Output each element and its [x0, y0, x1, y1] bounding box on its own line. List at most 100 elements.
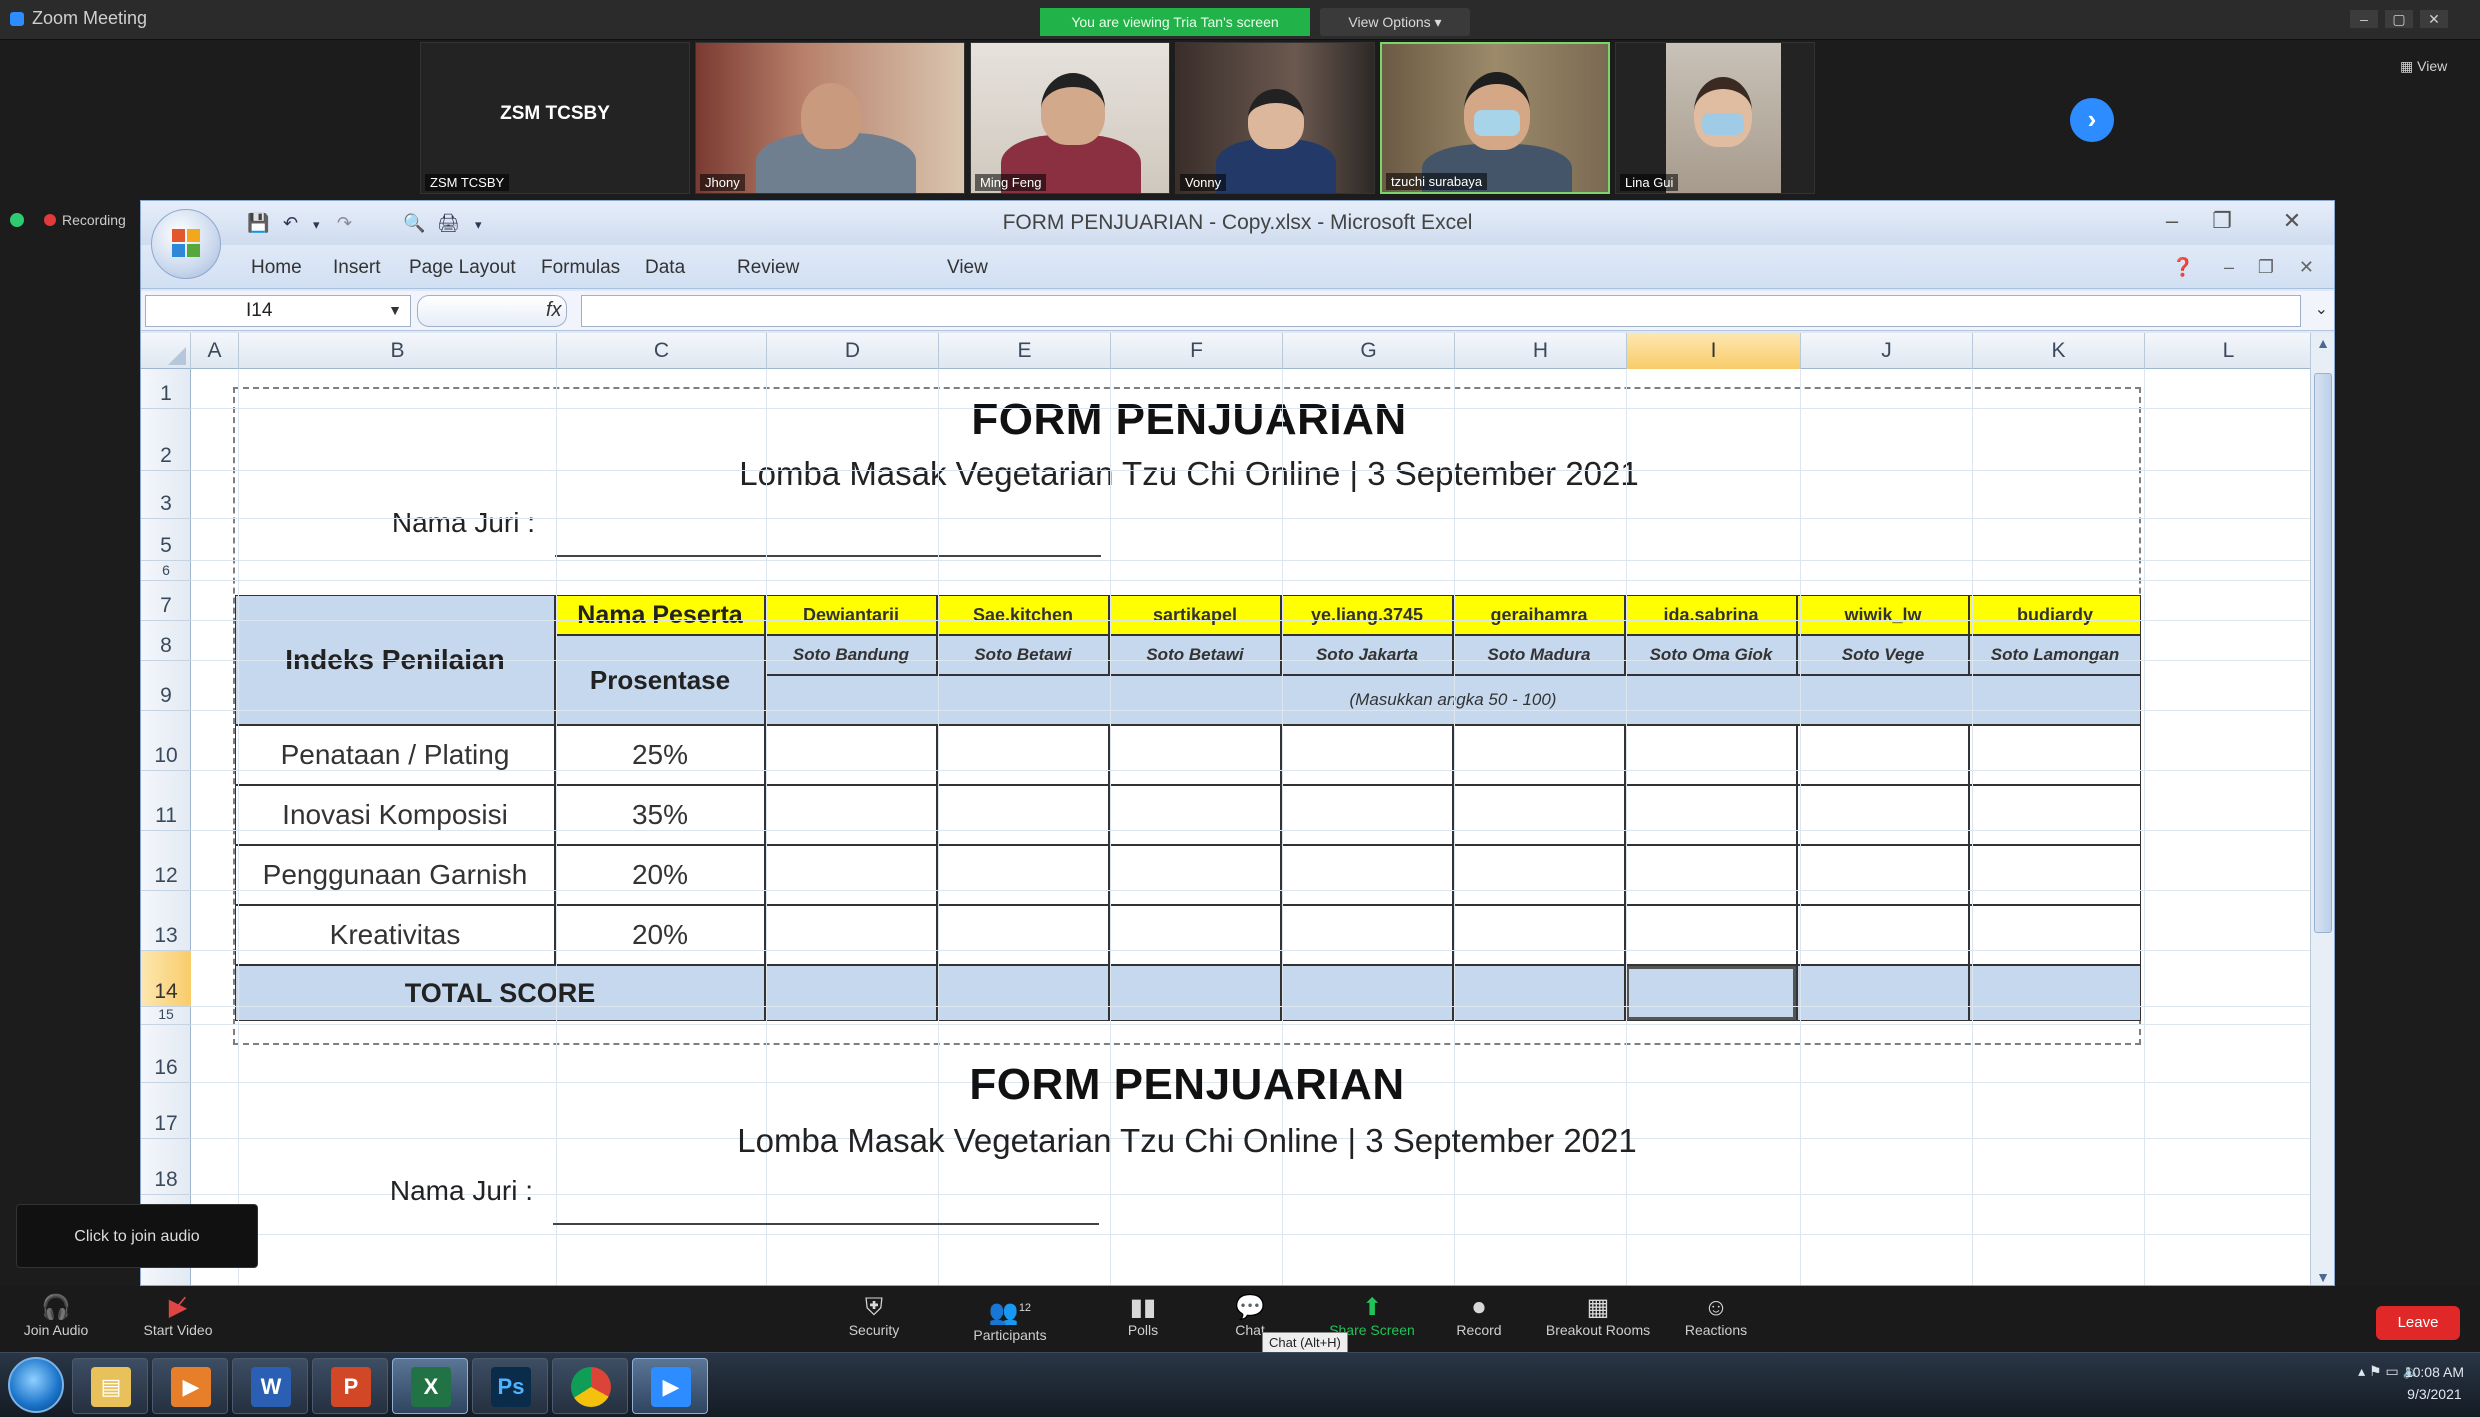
- column-header[interactable]: D: [767, 333, 939, 369]
- score-cell[interactable]: [1797, 845, 1969, 905]
- tab-page-layout[interactable]: Page Layout: [409, 257, 516, 279]
- total-score-cell[interactable]: [1625, 965, 1797, 1021]
- participant-tile[interactable]: Ming Feng: [970, 42, 1170, 194]
- leave-button[interactable]: Leave: [2376, 1306, 2460, 1340]
- view-options-button[interactable]: View Options ▾: [1320, 8, 1470, 36]
- tab-insert[interactable]: Insert: [333, 257, 381, 279]
- score-cell[interactable]: [1625, 785, 1797, 845]
- total-score-cell[interactable]: [1281, 965, 1453, 1021]
- score-cell[interactable]: [1109, 905, 1281, 965]
- save-icon[interactable]: 💾: [247, 213, 269, 234]
- minimize-icon[interactable]: –: [2224, 257, 2234, 278]
- tab-home[interactable]: Home: [251, 257, 302, 279]
- chrome-taskbar-button[interactable]: [552, 1358, 628, 1414]
- redo-icon[interactable]: ↷: [337, 213, 352, 234]
- next-page-arrow-icon[interactable]: ›: [2070, 98, 2114, 142]
- row-header[interactable]: 15: [141, 1006, 191, 1025]
- security-button[interactable]: ⛨ Security: [832, 1294, 916, 1338]
- score-cell[interactable]: [1797, 905, 1969, 965]
- row-header[interactable]: 2: [141, 409, 191, 471]
- chevron-down-icon[interactable]: ▼: [388, 302, 402, 318]
- restore-icon[interactable]: ❐: [2258, 257, 2274, 278]
- tab-review[interactable]: Review: [737, 257, 799, 279]
- photoshop-taskbar-button[interactable]: Ps: [472, 1358, 548, 1414]
- column-header[interactable]: B: [239, 333, 557, 369]
- score-cell[interactable]: [1625, 725, 1797, 785]
- zoom-taskbar-button[interactable]: ▶: [632, 1358, 708, 1414]
- select-all-button[interactable]: [141, 333, 191, 369]
- media-player-taskbar-button[interactable]: ▶: [152, 1358, 228, 1414]
- row-header[interactable]: 13: [141, 891, 191, 951]
- score-cell[interactable]: [1625, 845, 1797, 905]
- total-score-cell[interactable]: [1109, 965, 1281, 1021]
- score-cell[interactable]: [1969, 725, 2141, 785]
- undo-dropdown-icon[interactable]: ▾: [313, 217, 320, 233]
- row-header[interactable]: 7: [141, 581, 191, 621]
- chevron-up-icon[interactable]: ▴: [2358, 1363, 2365, 1379]
- breakout-rooms-button[interactable]: ▦ Breakout Rooms: [1538, 1294, 1658, 1338]
- flag-icon[interactable]: ⚑: [2369, 1363, 2382, 1379]
- score-cell[interactable]: [765, 845, 937, 905]
- minimize-icon[interactable]: –: [2150, 207, 2194, 235]
- score-cell[interactable]: [1453, 725, 1625, 785]
- scroll-down-icon[interactable]: ▼: [2311, 1269, 2334, 1285]
- score-cell[interactable]: [765, 725, 937, 785]
- quick-print-icon[interactable]: 🖨: [437, 213, 460, 234]
- score-cell[interactable]: [1625, 905, 1797, 965]
- participant-tile[interactable]: Jhony: [695, 42, 965, 194]
- total-score-cell[interactable]: [937, 965, 1109, 1021]
- vertical-scrollbar[interactable]: ▲ ▼: [2310, 333, 2334, 1285]
- score-cell[interactable]: [765, 905, 937, 965]
- row-header[interactable]: 3: [141, 471, 191, 519]
- customize-toolbar-icon[interactable]: ▾: [475, 217, 482, 233]
- score-cell[interactable]: [937, 725, 1109, 785]
- help-icon[interactable]: ❓: [2172, 257, 2194, 278]
- tab-data[interactable]: Data: [645, 257, 685, 279]
- system-clock[interactable]: 10:08 AM 9/3/2021: [2405, 1361, 2464, 1405]
- row-header[interactable]: 17: [141, 1083, 191, 1139]
- column-header[interactable]: H: [1455, 333, 1627, 369]
- column-header[interactable]: L: [2145, 333, 2311, 369]
- score-cell[interactable]: [1969, 905, 2141, 965]
- formula-input[interactable]: [581, 295, 2301, 327]
- start-video-button[interactable]: ▶̸ Start Video: [130, 1294, 226, 1338]
- row-header[interactable]: 11: [141, 771, 191, 831]
- close-icon[interactable]: ✕: [2299, 257, 2314, 278]
- reactions-button[interactable]: ☺ Reactions: [1676, 1294, 1756, 1338]
- score-cell[interactable]: [937, 905, 1109, 965]
- column-header[interactable]: E: [939, 333, 1111, 369]
- score-cell[interactable]: [1109, 785, 1281, 845]
- word-taskbar-button[interactable]: W: [232, 1358, 308, 1414]
- score-cell[interactable]: [1281, 725, 1453, 785]
- judge-name-field[interactable]: [555, 555, 1101, 557]
- view-button[interactable]: ▦ View: [2400, 58, 2447, 75]
- participants-button[interactable]: 👥12 Participants: [960, 1294, 1060, 1343]
- maximize-icon[interactable]: ▢: [2385, 10, 2413, 28]
- restore-icon[interactable]: ❐: [2200, 207, 2244, 235]
- row-header[interactable]: 10: [141, 711, 191, 771]
- score-cell[interactable]: [765, 785, 937, 845]
- row-header[interactable]: 1: [141, 369, 191, 409]
- polls-button[interactable]: ▮▮ Polls: [1108, 1294, 1178, 1338]
- network-icon[interactable]: ▭: [2385, 1363, 2398, 1379]
- row-header[interactable]: 8: [141, 621, 191, 661]
- total-score-cell[interactable]: [765, 965, 937, 1021]
- column-header[interactable]: C: [557, 333, 767, 369]
- column-header[interactable]: A: [191, 333, 239, 369]
- powerpoint-taskbar-button[interactable]: P: [312, 1358, 388, 1414]
- score-cell[interactable]: [1453, 905, 1625, 965]
- score-cell[interactable]: [1797, 785, 1969, 845]
- score-cell[interactable]: [1969, 785, 2141, 845]
- tab-view[interactable]: View: [947, 257, 988, 279]
- participant-tile[interactable]: Lina Gui: [1615, 42, 1815, 194]
- score-cell[interactable]: [1281, 845, 1453, 905]
- close-icon[interactable]: ✕: [2420, 10, 2448, 28]
- score-cell[interactable]: [1453, 785, 1625, 845]
- total-score-cell[interactable]: [1797, 965, 1969, 1021]
- score-cell[interactable]: [1797, 725, 1969, 785]
- row-header[interactable]: 14: [141, 951, 191, 1007]
- tab-formulas[interactable]: Formulas: [541, 257, 620, 279]
- row-header[interactable]: 16: [141, 1025, 191, 1083]
- row-header[interactable]: 6: [141, 561, 191, 581]
- score-cell[interactable]: [1109, 845, 1281, 905]
